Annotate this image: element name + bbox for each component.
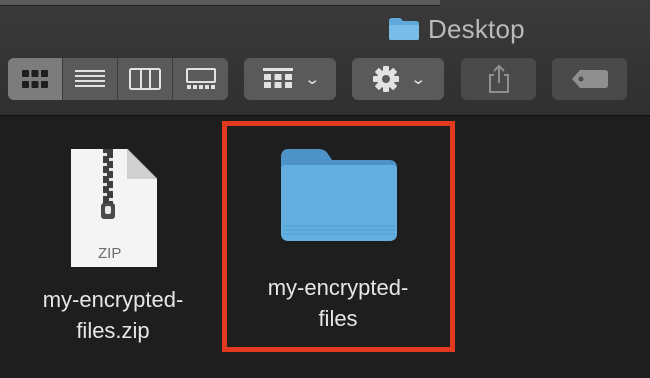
gear-icon (372, 66, 399, 92)
share-button[interactable] (461, 58, 536, 100)
tag-icon (571, 70, 608, 88)
window-top-strip (0, 0, 440, 6)
view-mode-control (8, 58, 228, 100)
chevron-down-icon: ⌄ (409, 71, 427, 88)
finder-toolbar: Desktop ⌄ ⌄ (0, 0, 650, 116)
file-label: my-encrypted- files.zip (42, 287, 184, 343)
gallery-view-button[interactable] (173, 58, 228, 100)
chevron-down-icon: ⌄ (303, 71, 321, 88)
list-icon (75, 70, 105, 87)
share-icon (488, 64, 509, 93)
window-title-text: Desktop (428, 13, 525, 44)
list-view-button[interactable] (63, 58, 118, 100)
gallery-icon (185, 68, 216, 89)
file-item-zip[interactable]: ZIP my-encrypted- files.zip (18, 145, 208, 346)
window-title: Desktop (388, 14, 525, 44)
columns-icon (129, 68, 161, 90)
folder-icon (389, 18, 419, 40)
tag-button[interactable] (552, 58, 627, 100)
zip-badge: ZIP (98, 245, 122, 262)
icon-view-button[interactable] (8, 58, 63, 100)
group-by-button[interactable]: ⌄ (244, 58, 336, 100)
action-button[interactable]: ⌄ (352, 58, 444, 100)
column-view-button[interactable] (118, 58, 173, 100)
grid-icon (22, 70, 48, 88)
group-by-icon (262, 68, 293, 88)
selection-highlight-box (222, 121, 455, 352)
